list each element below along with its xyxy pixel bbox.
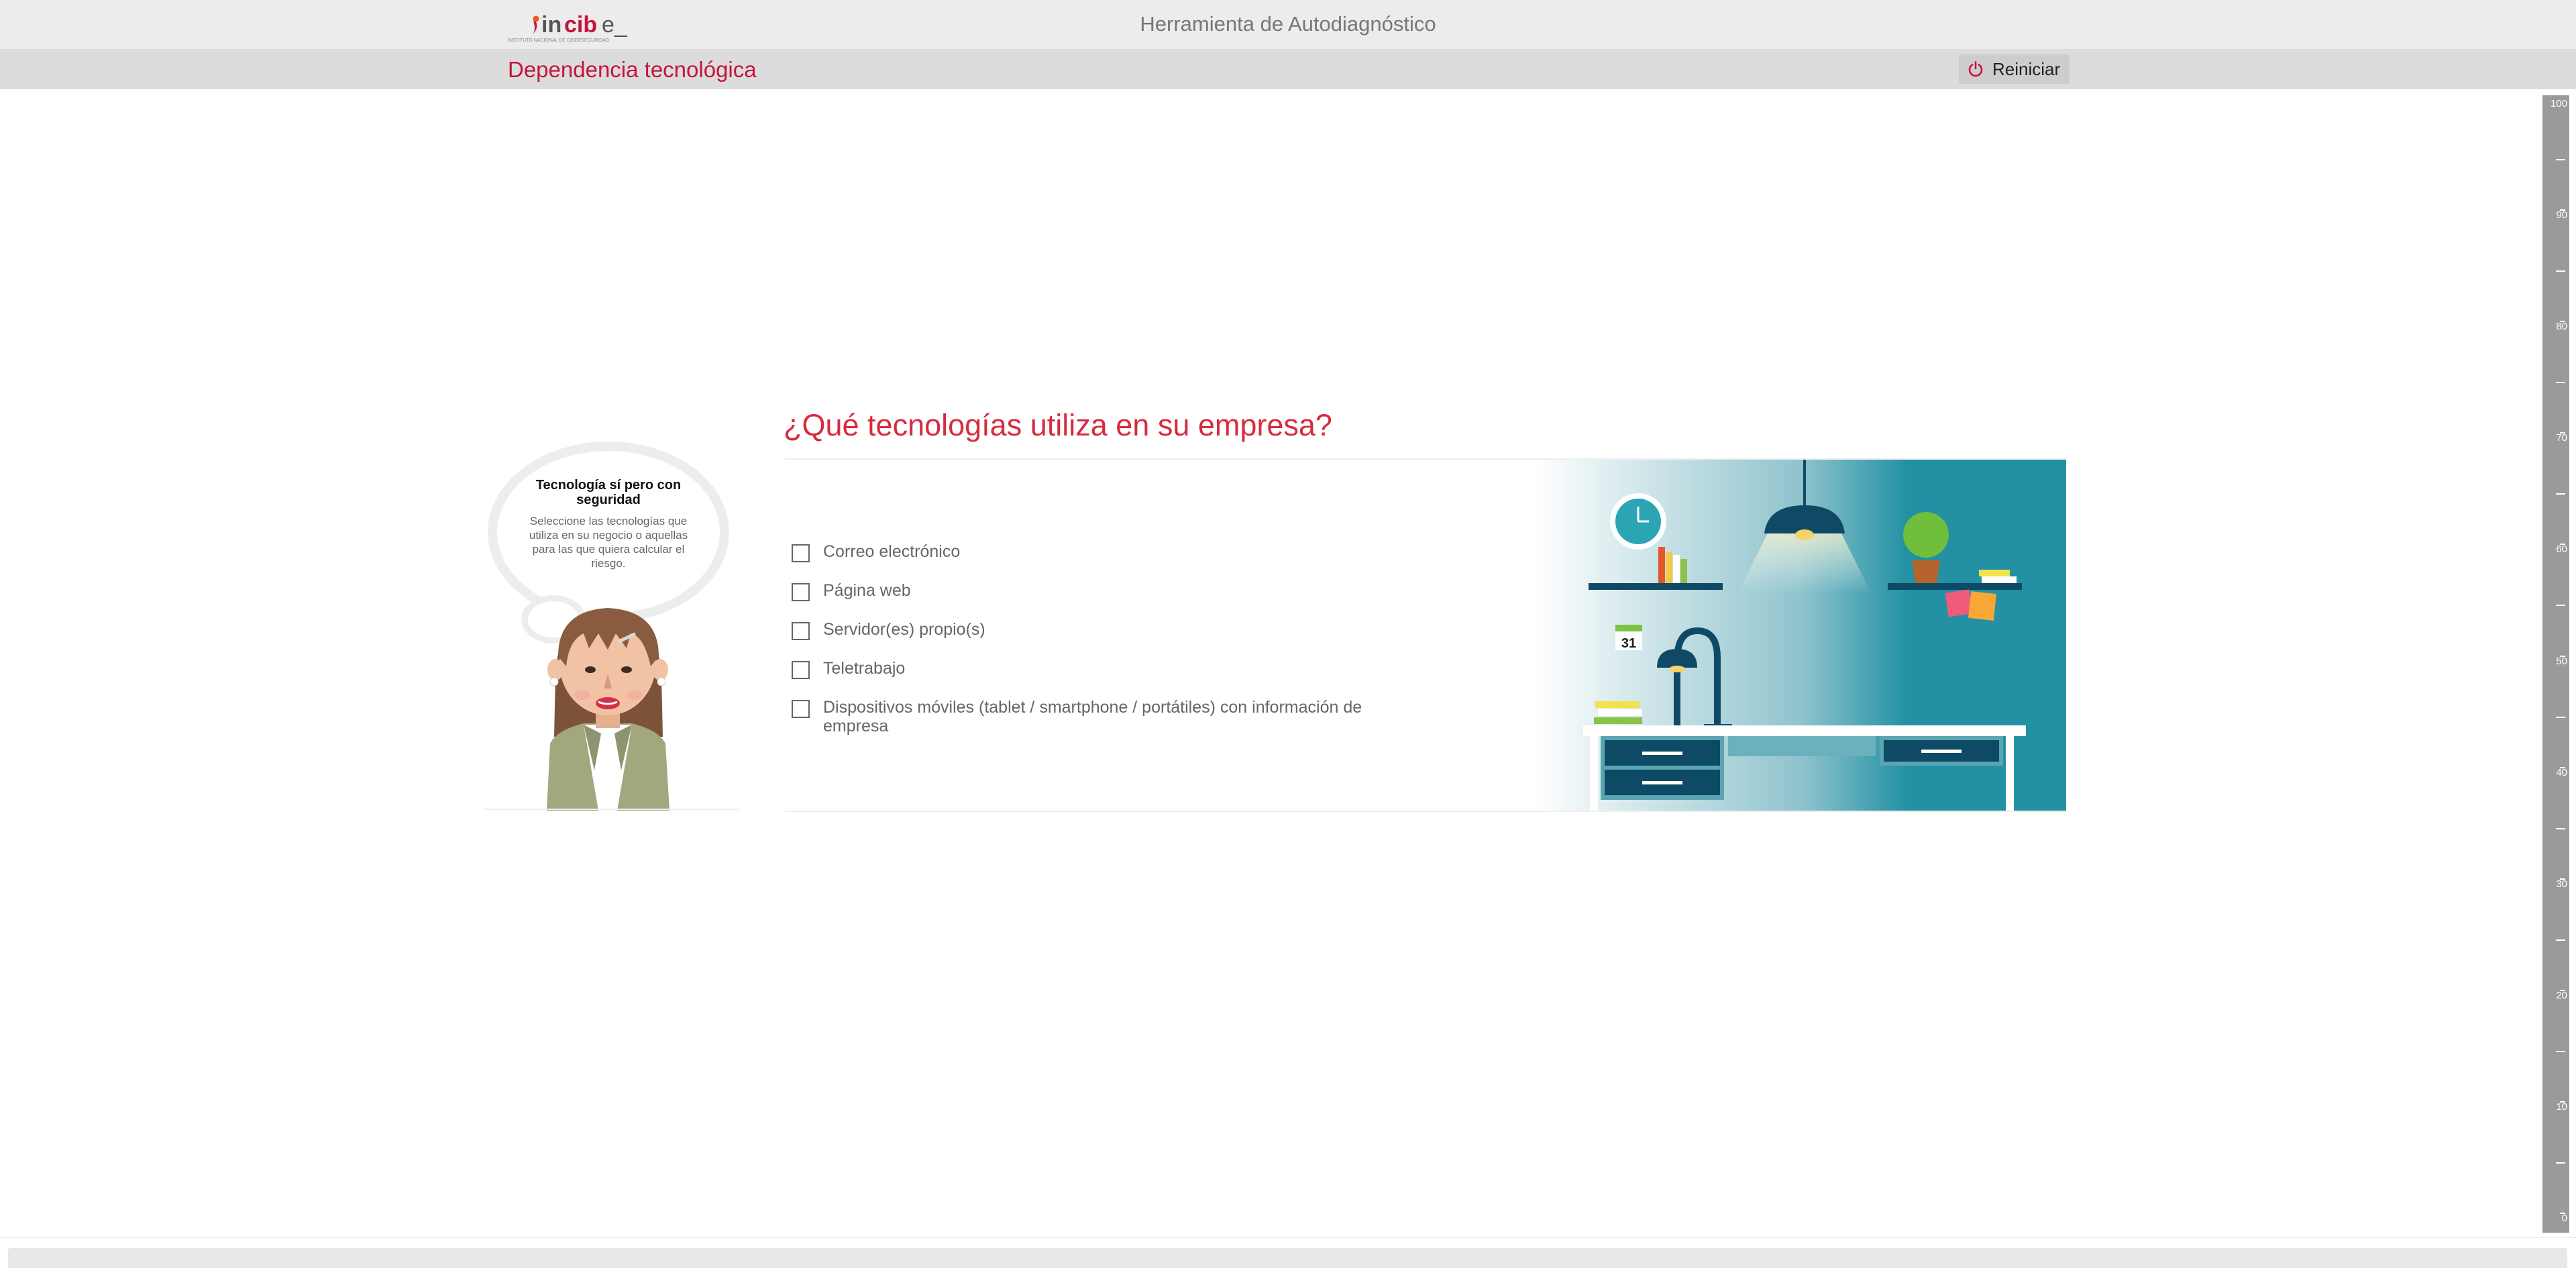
gauge-tick xyxy=(2556,1050,2565,1052)
app-title: Herramienta de Autodiagnóstico xyxy=(1140,12,1436,36)
option-website[interactable]: Página web xyxy=(792,581,1409,601)
top-bar: in cib e_ INSTITUTO NACIONAL DE CIBERSEG… xyxy=(0,0,2576,49)
gauge-label: 60 xyxy=(2556,544,2567,556)
gauge-label: 20 xyxy=(2556,989,2567,1001)
checkbox[interactable] xyxy=(792,583,810,601)
option-label: Dispositivos móviles (tablet / smartphon… xyxy=(823,698,1362,735)
divider xyxy=(0,1237,2576,1238)
option-telework[interactable]: Teletrabajo xyxy=(792,659,1409,679)
office-illustration: 31 xyxy=(1536,460,2066,812)
gauge-label: 100 xyxy=(2550,98,2567,109)
divider xyxy=(785,811,2066,812)
gauge-tick xyxy=(2556,605,2565,607)
power-icon xyxy=(1968,61,1983,77)
checkbox[interactable] xyxy=(792,661,810,679)
checkbox[interactable] xyxy=(792,622,810,640)
checkbox[interactable] xyxy=(792,700,810,718)
section-title: Dependencia tecnológica xyxy=(508,57,757,82)
gauge-tick xyxy=(2556,716,2565,718)
logo-subtext: INSTITUTO NACIONAL DE CIBERSEGURIDAD xyxy=(508,38,609,43)
gauge-tick xyxy=(2556,939,2565,941)
restart-button-label: Reiniciar xyxy=(1992,58,2061,79)
gauge-label: 80 xyxy=(2556,321,2567,333)
calendar-day: 31 xyxy=(1621,636,1636,651)
option-label: Servidor(es) propio(s) xyxy=(823,620,985,639)
checkbox[interactable] xyxy=(792,544,810,562)
assistant-speech: Tecnología sí pero con seguridad Selecci… xyxy=(518,478,699,570)
technology-options: Correo electrónico Página web Servidor(e… xyxy=(792,542,1409,754)
restart-button[interactable]: Reiniciar xyxy=(1959,54,2070,84)
gauge-tick xyxy=(2556,827,2565,829)
assistant-tip-body: Seleccione las tecnologías que utiliza e… xyxy=(529,515,688,570)
gauge-tick xyxy=(2556,1162,2565,1164)
option-servers[interactable]: Servidor(es) propio(s) xyxy=(792,620,1409,640)
gauge-tick xyxy=(2556,382,2565,384)
gauge-label: 70 xyxy=(2556,432,2567,444)
gauge-label: 40 xyxy=(2556,766,2567,778)
assistant-tip-title: Tecnología sí pero con seguridad xyxy=(535,478,682,507)
divider xyxy=(484,809,739,810)
option-label: Teletrabajo xyxy=(823,659,906,678)
gauge-label: 30 xyxy=(2556,878,2567,890)
horizontal-scrollbar[interactable] xyxy=(8,1248,2567,1268)
option-email[interactable]: Correo electrónico xyxy=(792,542,1409,562)
gauge-label: 0 xyxy=(2561,1213,2567,1224)
question-title: ¿Qué tecnologías utiliza en su empresa? xyxy=(784,408,1332,442)
gauge-tick xyxy=(2556,159,2565,161)
option-label: Página web xyxy=(823,581,911,600)
option-mobile-devices[interactable]: Dispositivos móviles (tablet / smartphon… xyxy=(792,698,1409,735)
section-bar: Dependencia tecnológica Reiniciar xyxy=(0,49,2576,89)
gauge-label: 10 xyxy=(2556,1101,2567,1113)
gauge-label: 50 xyxy=(2556,655,2567,667)
gauge-label: 90 xyxy=(2556,209,2567,221)
risk-gauge: 100 90 80 70 60 50 40 30 20 10 0 xyxy=(2542,95,2569,1233)
option-label: Correo electrónico xyxy=(823,542,961,561)
gauge-tick xyxy=(2556,270,2565,272)
gauge-tick xyxy=(2556,493,2565,495)
